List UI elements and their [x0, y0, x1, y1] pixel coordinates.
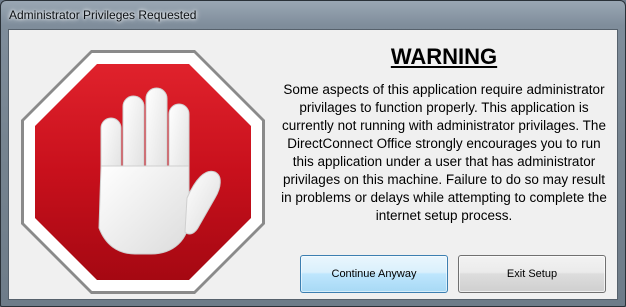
- title-bar[interactable]: Administrator Privileges Requested: [1, 1, 625, 29]
- dialog-body: WARNING Some aspects of this application…: [8, 29, 618, 300]
- warning-message: Some aspects of this application require…: [281, 82, 607, 223]
- continue-anyway-button[interactable]: Continue Anyway: [300, 255, 448, 293]
- stop-hand-icon: [21, 50, 265, 294]
- window-title: Administrator Privileges Requested: [9, 8, 197, 22]
- warning-heading: WARNING: [390, 44, 498, 69]
- dialog-window: Administrator Privileges Requested WARNI…: [0, 0, 626, 307]
- exit-setup-button[interactable]: Exit Setup: [458, 255, 606, 293]
